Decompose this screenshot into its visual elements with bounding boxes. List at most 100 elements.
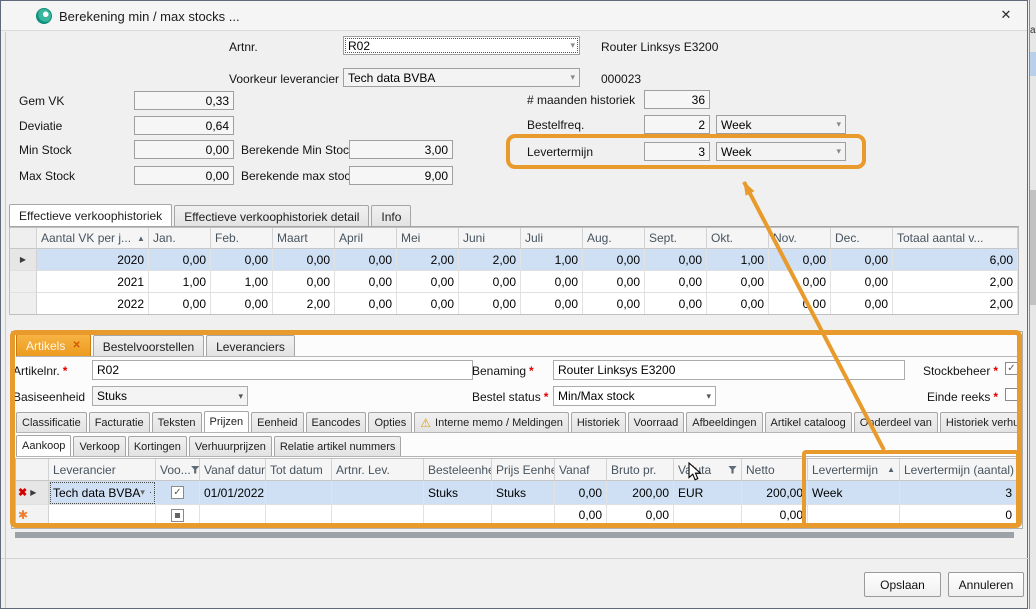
grid-cell[interactable]: 3 (900, 481, 1017, 505)
basiseenheid-dropdown-icon[interactable]: ▾ (238, 391, 243, 402)
history-column-header[interactable]: Feb. (211, 228, 273, 249)
levertermijn-unit-combo[interactable]: Week ▾ (716, 142, 846, 161)
price-tabs-item[interactable]: Verhuurprijzen (189, 436, 272, 457)
history-column-header[interactable]: Juli (521, 228, 583, 249)
artnr-dropdown-icon[interactable]: ▾ (568, 40, 577, 51)
artnr-combo[interactable]: R02 ▾ (343, 36, 580, 55)
grid-column-header[interactable]: Prijs Eenheid (492, 459, 555, 481)
history-column-header[interactable]: Juni (459, 228, 521, 249)
history-cell[interactable]: 0,00 (459, 293, 521, 315)
einde-reeks-checkbox[interactable] (1005, 388, 1018, 401)
history-cell[interactable]: 0,00 (769, 271, 831, 293)
levertermijn-unit-dropdown-icon[interactable]: ▾ (834, 146, 843, 157)
filter-icon[interactable] (191, 466, 200, 474)
grid-cell[interactable]: 0,00 (742, 505, 808, 526)
detail-tabs-item[interactable]: Historiek (571, 412, 626, 433)
grid-cell[interactable]: 200,00 (742, 481, 808, 505)
history-cell[interactable]: 2021 (37, 271, 149, 293)
price-tabs-item[interactable]: Kortingen (128, 436, 187, 457)
grid-cell[interactable]: EUR (674, 481, 742, 505)
filter-icon[interactable] (728, 466, 737, 474)
bestelfreq-field[interactable]: 2 (644, 115, 710, 134)
basiseenheid-combo[interactable]: Stuks ▾ (92, 386, 248, 406)
history-column-header[interactable]: Okt. (707, 228, 769, 249)
detail-tabs-item[interactable]: Eancodes (306, 412, 367, 433)
history-cell[interactable]: 0,00 (397, 271, 459, 293)
history-cell[interactable]: 2022 (37, 293, 149, 315)
history-column-header[interactable]: April (335, 228, 397, 249)
grid-column-header[interactable]: Artnr. Lev. (332, 459, 424, 481)
annuleren-button[interactable]: Annuleren (948, 572, 1024, 597)
history-cell[interactable]: 0,00 (583, 249, 645, 271)
stockbeheer-checkbox[interactable]: ✓ (1005, 362, 1018, 375)
berekende-max-stock-field[interactable]: 9,00 (349, 166, 453, 185)
grid-cell[interactable] (266, 505, 332, 526)
detail-tabs-item[interactable]: Historiek verhuring (940, 412, 1018, 433)
history-cell[interactable]: 0,00 (149, 249, 211, 271)
grid-cell[interactable] (266, 481, 332, 505)
history-cell[interactable]: 0,00 (831, 293, 893, 315)
grid-cell[interactable] (424, 505, 492, 526)
history-cell[interactable]: 0,00 (149, 293, 211, 315)
history-cell[interactable]: 0,00 (769, 249, 831, 271)
history-cell[interactable]: 0,00 (769, 293, 831, 315)
grid-column-header[interactable]: Netto (742, 459, 808, 481)
history-column-header[interactable]: Dec. (831, 228, 893, 249)
history-cell[interactable]: 0,00 (521, 271, 583, 293)
grid-column-header[interactable]: Bruto pr. (607, 459, 674, 481)
history-cell[interactable]: 0,00 (211, 293, 273, 315)
history-cell[interactable]: 0,00 (335, 249, 397, 271)
grid-cell[interactable] (808, 505, 900, 526)
grid-cell[interactable] (200, 505, 266, 526)
tab-close-icon[interactable]: ✕ (72, 340, 80, 351)
grid-column-header[interactable]: Vanaf datum (200, 459, 266, 481)
voorkeur-checkbox[interactable]: ✓ (171, 486, 184, 499)
history-cell[interactable]: 2,00 (893, 271, 1018, 293)
grid-cell[interactable] (492, 505, 555, 526)
detail-tabs-item[interactable]: Eenheid (251, 412, 303, 433)
article-tabs-item[interactable]: Artikels✕ (16, 334, 91, 357)
bestelfreq-unit-dropdown-icon[interactable]: ▾ (834, 119, 843, 130)
history-cell[interactable]: 0,00 (335, 293, 397, 315)
voorkeur-leverancier-combo[interactable]: Tech data BVBA ▾ (343, 68, 580, 87)
history-column-header[interactable]: Totaal aantal v... (893, 228, 1018, 249)
grid-cell[interactable]: Stuks (492, 481, 555, 505)
grid-column-header[interactable]: Levertermijn▲ (808, 459, 900, 481)
history-cell[interactable]: 0,00 (831, 249, 893, 271)
history-cell[interactable]: 0,00 (397, 293, 459, 315)
history-column-header[interactable]: Jan. (149, 228, 211, 249)
detail-tabs-item[interactable]: Afbeeldingen (686, 412, 762, 433)
berekende-min-stock-field[interactable]: 3,00 (349, 140, 453, 159)
history-column-header[interactable]: Nov. (769, 228, 831, 249)
grid-cell[interactable]: 0,00 (555, 505, 607, 526)
close-icon[interactable]: ✕ (995, 7, 1017, 25)
history-cell[interactable]: 0,00 (459, 271, 521, 293)
article-tabs-item[interactable]: Leveranciers (206, 335, 295, 357)
history-cell[interactable]: 0,00 (211, 249, 273, 271)
grid-cell[interactable]: 0 (900, 505, 1017, 526)
background-window-scrollbar[interactable] (1030, 190, 1036, 305)
history-column-header[interactable]: Aantal VK per j...▲ (37, 228, 149, 249)
opslaan-button[interactable]: Opslaan (864, 572, 941, 597)
detail-tabs-item[interactable]: Prijzen (204, 411, 250, 433)
history-cell[interactable]: 0,00 (521, 293, 583, 315)
grid-column-header[interactable]: Leverancier (49, 459, 156, 481)
grid-cell[interactable] (332, 505, 424, 526)
history-cell[interactable]: 0,00 (273, 271, 335, 293)
history-column-header[interactable]: Aug. (583, 228, 645, 249)
history-cell[interactable]: 0,00 (645, 293, 707, 315)
bestel-status-dropdown-icon[interactable]: ▾ (706, 391, 711, 402)
article-tabs-item[interactable]: Bestelvoorstellen (93, 335, 204, 357)
voorkeur-leverancier-dropdown-icon[interactable]: ▾ (568, 72, 577, 83)
history-cell[interactable]: 1,00 (521, 249, 583, 271)
cell-ellipsis-icon[interactable]: ··· (149, 487, 156, 498)
history-column-header[interactable]: Sept. (645, 228, 707, 249)
history-column-header[interactable]: Maart (273, 228, 335, 249)
max-stock-field[interactable]: 0,00 (134, 166, 234, 185)
detail-tabs-item[interactable]: Onderdeel van (854, 412, 938, 433)
min-stock-field[interactable]: 0,00 (134, 140, 234, 159)
grid-cell[interactable]: Tech data BVBA▾··· (49, 481, 156, 505)
detail-tabs-item[interactable]: Facturatie (89, 412, 150, 433)
voorkeur-checkbox[interactable] (171, 509, 184, 522)
price-tabs-item[interactable]: Relatie artikel nummers (274, 436, 402, 457)
